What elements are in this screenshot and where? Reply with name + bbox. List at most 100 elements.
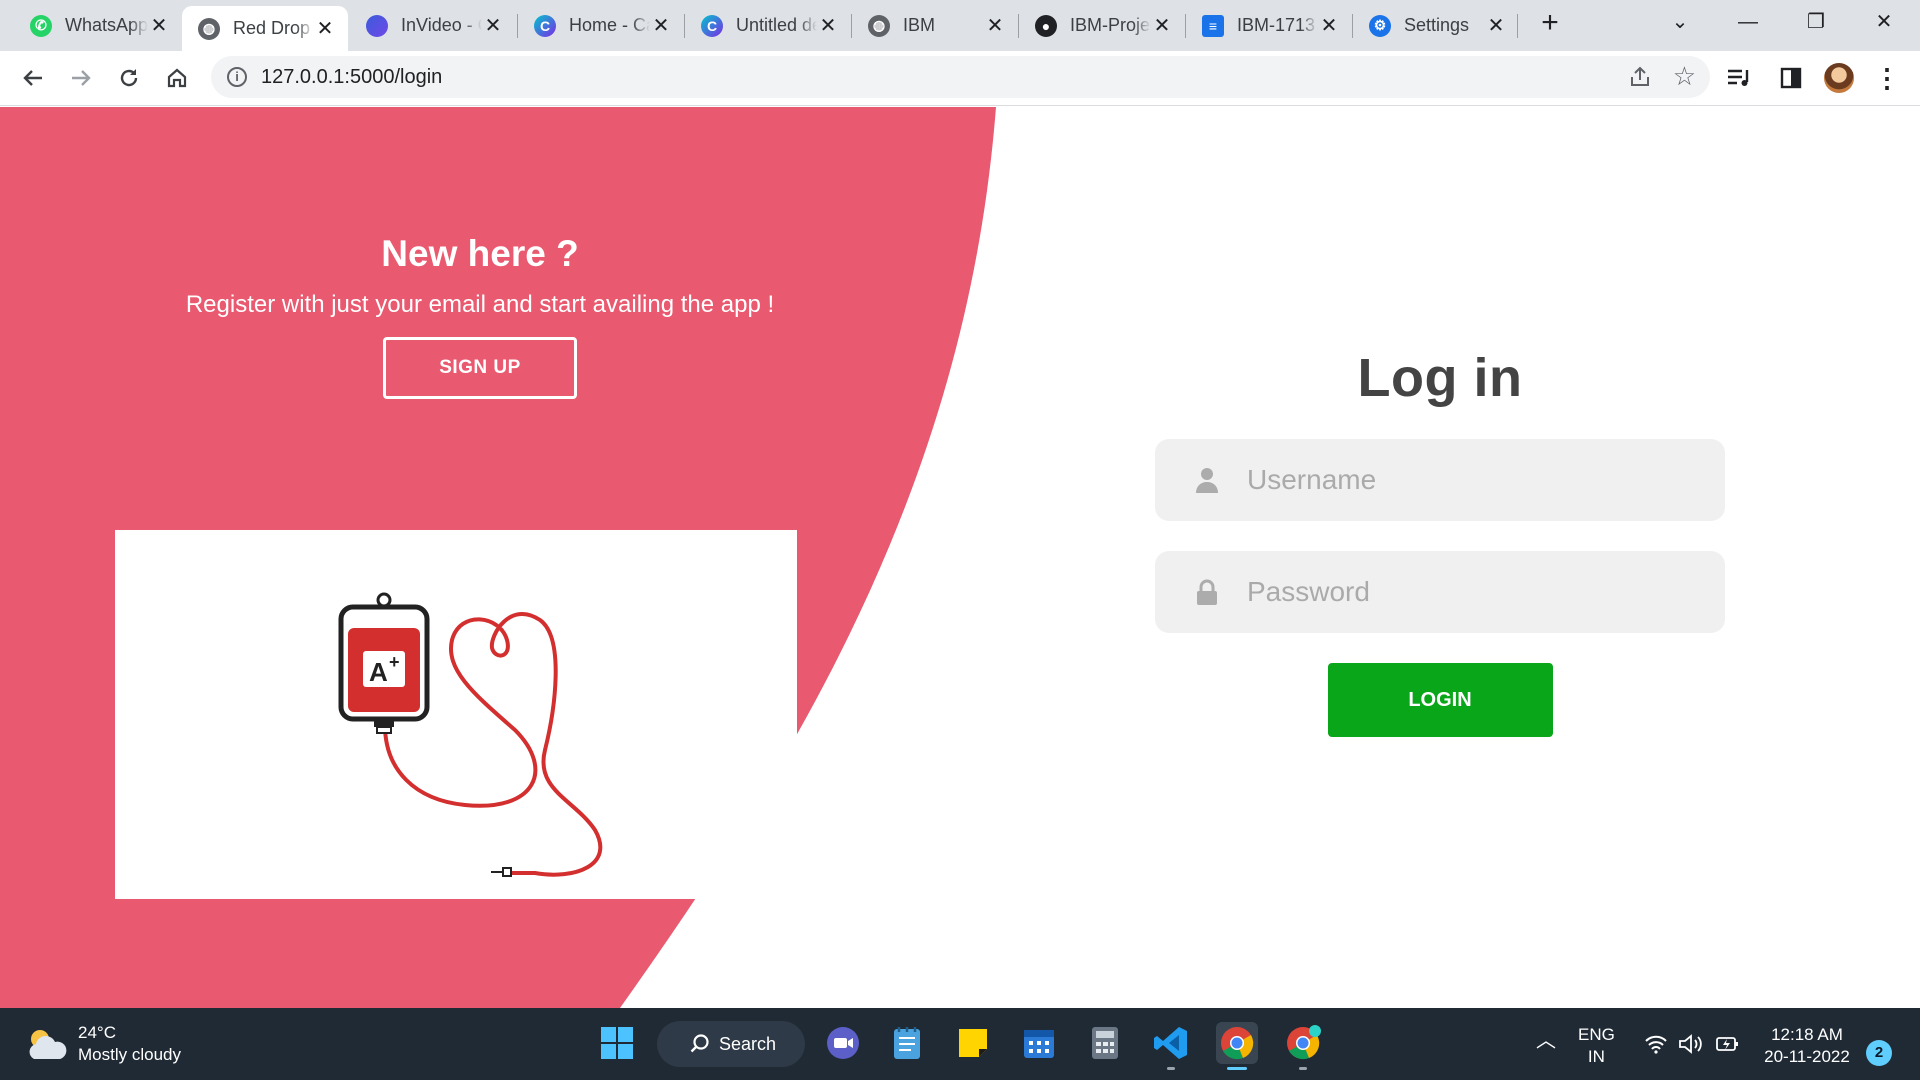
tab-title: Settings [1404,15,1470,35]
language-indicator[interactable]: ENG IN [1578,1024,1615,1068]
tab-canva-untitled[interactable]: C Untitled design ✕ [685,6,851,45]
taskbar-meet[interactable] [822,1022,864,1064]
close-icon[interactable]: ✕ [314,16,336,41]
username-field [1155,439,1725,521]
windows-taskbar: 24°C Mostly cloudy Search ︿ ENG IN 12:18… [0,1008,1920,1080]
close-icon[interactable]: ✕ [1485,13,1507,38]
wifi-icon[interactable] [1644,1034,1668,1054]
reload-icon [120,69,138,87]
notepad-icon [894,1027,920,1059]
bookmark-star-icon[interactable]: ☆ [1673,62,1696,90]
tab-title: Home - Canva [569,15,650,35]
taskbar-chrome-profile[interactable] [1282,1022,1324,1070]
home-icon [167,68,187,88]
blood-type-sign: + [389,652,400,672]
close-icon[interactable]: ✕ [1151,13,1173,38]
lock-icon [1197,579,1217,605]
tab-invideo[interactable]: InVideo - Online ✕ [350,6,516,45]
address-bar[interactable]: i 127.0.0.1:5000/login ☆ [211,56,1710,98]
notification-badge[interactable]: 2 [1866,1040,1892,1066]
close-icon[interactable]: ✕ [984,13,1006,38]
restore-button[interactable]: ❐ [1788,6,1844,38]
taskbar-vscode[interactable] [1150,1022,1192,1070]
calculator-icon [1092,1027,1118,1059]
close-window-button[interactable]: ✕ [1856,6,1912,38]
reload-button[interactable] [112,61,146,95]
close-icon[interactable]: ✕ [148,13,170,38]
media-control-button[interactable] [1724,63,1754,93]
tab-red-drop[interactable]: ◍ Red Drop ✕ [182,6,348,51]
tab-whatsapp[interactable]: ✆ WhatsApp ✕ [14,6,182,45]
chrome-icon [1221,1027,1254,1060]
profile-avatar[interactable] [1824,63,1854,93]
vscode-icon [1154,1027,1187,1059]
taskbar-search[interactable]: Search [657,1021,805,1067]
close-icon[interactable]: ✕ [650,13,672,38]
tab-settings[interactable]: ⚙ Settings ✕ [1353,6,1519,45]
tab-ibm[interactable]: ◍ IBM ✕ [852,6,1018,45]
forward-button[interactable] [64,61,98,95]
github-icon: ● [1035,14,1057,37]
username-input[interactable] [1247,439,1707,521]
volume-icon[interactable] [1678,1034,1704,1054]
blood-type-letter: A [369,657,388,687]
battery-charging-icon[interactable] [1714,1034,1740,1054]
weather-condition: Mostly cloudy [78,1045,181,1064]
site-info-icon[interactable]: i [227,67,247,87]
globe-icon: ◍ [868,14,890,37]
browser-toolbar: i 127.0.0.1:5000/login ☆ ⋮ [0,51,1920,106]
tab-title: Untitled design [736,15,817,35]
back-button[interactable] [16,61,50,95]
new-tab-button[interactable]: + [1536,8,1564,38]
start-button[interactable] [596,1022,638,1064]
user-icon [1196,468,1218,493]
globe-icon: ◍ [198,17,220,40]
blood-donation-illustration: A + [115,530,797,899]
tab-ibm-doc[interactable]: ≡ IBM-1713 ✕ [1186,6,1352,45]
sign-up-button[interactable]: SIGN UP [383,337,577,399]
tab-search-chevron-icon[interactable]: ⌄ [1652,6,1708,38]
tab-github[interactable]: ● IBM-Project ✕ [1019,6,1185,45]
password-input[interactable] [1247,551,1707,633]
weather-temperature: 24°C [78,1023,116,1042]
tab-canva-home[interactable]: C Home - Canva ✕ [518,6,684,45]
share-icon[interactable] [1628,65,1652,89]
more-menu-icon[interactable]: ⋮ [1872,63,1902,93]
tab-title: WhatsApp [65,15,148,35]
clock[interactable]: 12:18 AM 20-11-2022 [1760,1024,1854,1068]
minimize-button[interactable]: — [1720,6,1776,38]
taskbar-chrome[interactable] [1216,1022,1258,1070]
tab-title: Red Drop [233,18,311,38]
clock-date: 20-11-2022 [1764,1047,1850,1066]
clock-time: 12:18 AM [1771,1025,1843,1044]
weather-widget[interactable]: 24°C Mostly cloudy [26,1022,181,1066]
show-hidden-icons-chevron-icon[interactable]: ︿ [1536,1030,1556,1052]
windows-logo-icon [601,1027,633,1059]
gear-icon: ⚙ [1369,14,1391,37]
side-panel-button[interactable] [1776,63,1806,93]
close-icon[interactable]: ✕ [482,13,504,38]
tab-title: InVideo - Online [401,15,482,35]
tab-title: IBM-1713 [1237,15,1316,35]
arrow-right-icon [72,70,91,86]
invideo-icon [366,14,388,37]
login-button[interactable]: LOGIN [1327,663,1553,737]
home-button[interactable] [160,61,194,95]
close-icon[interactable]: ✕ [817,13,839,38]
canva-icon: C [534,14,556,37]
taskbar-calendar[interactable] [1018,1022,1060,1064]
url-text[interactable]: 127.0.0.1:5000/login [261,66,442,89]
arrow-left-icon [23,70,42,86]
taskbar-sticky-notes[interactable] [952,1022,994,1064]
taskbar-notepad[interactable] [886,1022,928,1064]
login-form: Log in LOGIN [1155,347,1725,737]
password-field [1155,551,1725,633]
close-icon[interactable]: ✕ [1318,13,1340,38]
canva-icon: C [701,14,723,37]
region-code: IN [1587,1047,1605,1066]
cloudy-weather-icon [26,1025,68,1063]
signup-promo: New here ? Register with just your email… [120,233,840,399]
login-page: New here ? Register with just your email… [0,107,1920,1008]
taskbar-calculator[interactable] [1084,1022,1126,1064]
side-panel-icon [1780,67,1802,89]
